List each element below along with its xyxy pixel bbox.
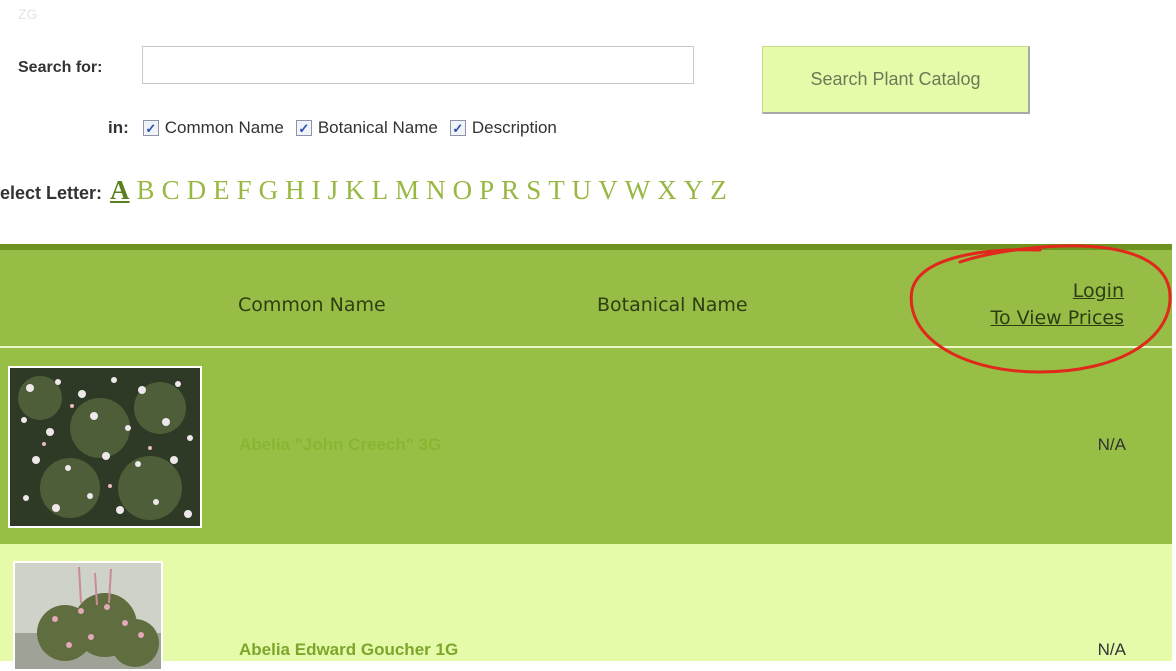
letter-link-l[interactable]: L xyxy=(372,175,389,205)
description-checkbox-label: Description xyxy=(471,118,557,137)
table-header: Common Name Botanical Name Login To View… xyxy=(0,244,1172,348)
plant-name-link[interactable]: Abelia Edward Goucher 1G xyxy=(239,640,458,660)
letter-link-p[interactable]: P xyxy=(479,175,494,205)
letter-link-r[interactable]: R xyxy=(501,175,519,205)
letter-link-c[interactable]: C xyxy=(162,175,180,205)
select-letter-label: elect Letter: xyxy=(0,183,103,203)
botanical-name-header: Botanical Name xyxy=(597,294,748,316)
checkmark-icon[interactable]: ✓ xyxy=(142,120,159,136)
search-plant-catalog-button[interactable]: Search Plant Catalog xyxy=(762,46,1030,114)
letter-link-s[interactable]: S xyxy=(526,175,541,205)
letter-filter: elect Letter: ABCDEFGHIJKLMNOPRSTUVWXYZ xyxy=(0,175,734,206)
faint-header-text: ZG xyxy=(18,6,38,22)
letter-link-z[interactable]: Z xyxy=(710,175,727,205)
letter-link-v[interactable]: V xyxy=(598,175,618,205)
checkmark-icon[interactable]: ✓ xyxy=(449,120,466,136)
letter-link-d[interactable]: D xyxy=(187,175,207,205)
letter-link-f[interactable]: F xyxy=(237,175,252,205)
letter-link-o[interactable]: O xyxy=(453,175,473,205)
plant-price: N/A xyxy=(1097,640,1126,659)
table-row: Abelia "John Creech" 3G N/A xyxy=(0,348,1172,544)
letter-link-m[interactable]: M xyxy=(395,175,419,205)
login-to-view-prices: Login To View Prices xyxy=(991,278,1124,332)
common-name-checkbox[interactable]: ✓ Common Name xyxy=(142,118,284,138)
letter-link-j[interactable]: J xyxy=(328,175,339,205)
abelia-photo-image xyxy=(10,368,200,526)
letter-link-i[interactable]: I xyxy=(312,175,321,205)
abelia-photo-image xyxy=(15,563,161,669)
botanical-name-checkbox[interactable]: ✓ Botanical Name xyxy=(295,118,438,138)
plant-name-link[interactable]: Abelia "John Creech" 3G xyxy=(239,435,441,455)
description-checkbox[interactable]: ✓ Description xyxy=(449,118,557,138)
table-row: Abelia Edward Goucher 1G N/A xyxy=(0,544,1172,671)
letter-link-k[interactable]: K xyxy=(345,175,365,205)
letter-link-u[interactable]: U xyxy=(572,175,592,205)
letter-link-y[interactable]: Y xyxy=(684,175,704,205)
letter-link-b[interactable]: B xyxy=(137,175,155,205)
botanical-name-checkbox-label: Botanical Name xyxy=(317,118,438,137)
letter-link-a[interactable]: A xyxy=(110,175,130,205)
common-name-checkbox-label: Common Name xyxy=(164,118,284,137)
letter-link-e[interactable]: E xyxy=(213,175,230,205)
plant-catalog-table: Common Name Botanical Name Login To View… xyxy=(0,244,1172,671)
search-input[interactable] xyxy=(142,46,694,84)
letter-link-h[interactable]: H xyxy=(285,175,305,205)
plant-photo[interactable] xyxy=(13,561,163,671)
letter-link-w[interactable]: W xyxy=(625,175,650,205)
login-link[interactable]: Login xyxy=(991,278,1124,305)
letter-link-g[interactable]: G xyxy=(259,175,279,205)
letter-link-t[interactable]: T xyxy=(548,175,565,205)
letter-links: ABCDEFGHIJKLMNOPRSTUVWXYZ xyxy=(110,175,734,206)
plant-photo[interactable] xyxy=(8,366,202,528)
letter-link-n[interactable]: N xyxy=(426,175,446,205)
search-label: Search for: xyxy=(18,59,103,76)
common-name-header: Common Name xyxy=(238,294,386,316)
checkmark-icon[interactable]: ✓ xyxy=(295,120,312,136)
search-scope: in: ✓ Common Name ✓ Botanical Name ✓ Des… xyxy=(108,118,569,138)
letter-link-x[interactable]: X xyxy=(657,175,677,205)
plant-price: N/A xyxy=(1097,435,1126,454)
in-label: in: xyxy=(108,118,129,137)
view-prices-link[interactable]: To View Prices xyxy=(991,305,1124,332)
